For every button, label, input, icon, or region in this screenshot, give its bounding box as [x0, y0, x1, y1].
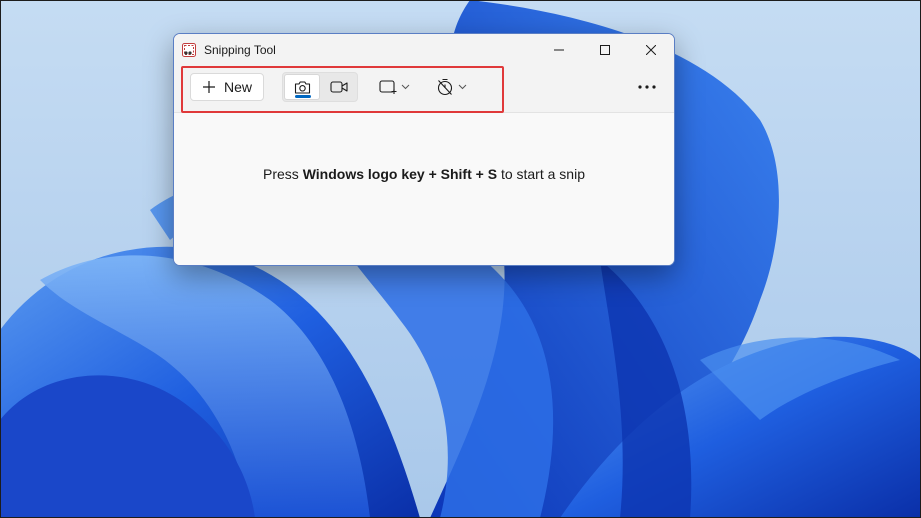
camera-icon — [294, 80, 310, 94]
snip-shape-dropdown[interactable] — [379, 74, 410, 100]
video-icon — [330, 81, 348, 93]
title-bar[interactable]: Snipping Tool — [174, 34, 674, 66]
new-snip-label: New — [223, 79, 252, 95]
snip-toolbar: New — [174, 66, 674, 113]
minimize-button[interactable] — [536, 34, 582, 66]
hint-suffix: to start a snip — [500, 166, 585, 182]
no-delay-timer-icon — [437, 78, 453, 96]
more-icon — [638, 85, 656, 89]
more-options-button[interactable] — [634, 74, 660, 100]
window-title: Snipping Tool — [204, 43, 276, 57]
window-controls — [536, 34, 674, 66]
snip-mode-toggle — [282, 72, 358, 102]
hint-shortcut: Windows logo key + Shift + S — [302, 166, 498, 182]
start-snip-hint: Press Windows logo key + Shift + S to st… — [174, 166, 674, 182]
selected-mode-indicator — [295, 95, 311, 98]
minimize-icon — [554, 49, 564, 51]
rectangle-snip-icon — [379, 80, 397, 94]
chevron-down-icon — [458, 84, 467, 90]
close-icon — [646, 45, 656, 55]
snipping-tool-window: Snipping Tool New Press Windows logo key… — [173, 33, 675, 266]
close-button[interactable] — [628, 34, 674, 66]
screenshot-mode-button[interactable] — [284, 74, 320, 100]
chevron-down-icon — [401, 84, 410, 90]
snip-delay-dropdown[interactable] — [436, 74, 467, 100]
plus-icon — [202, 81, 215, 93]
hint-prefix: Press — [263, 166, 299, 182]
snip-canvas-area: Press Windows logo key + Shift + S to st… — [174, 113, 674, 265]
new-snip-button[interactable]: New — [190, 73, 264, 101]
video-mode-button[interactable] — [321, 74, 357, 100]
maximize-icon — [600, 45, 610, 55]
snipping-tool-app-icon — [182, 43, 196, 57]
maximize-button[interactable] — [582, 34, 628, 66]
